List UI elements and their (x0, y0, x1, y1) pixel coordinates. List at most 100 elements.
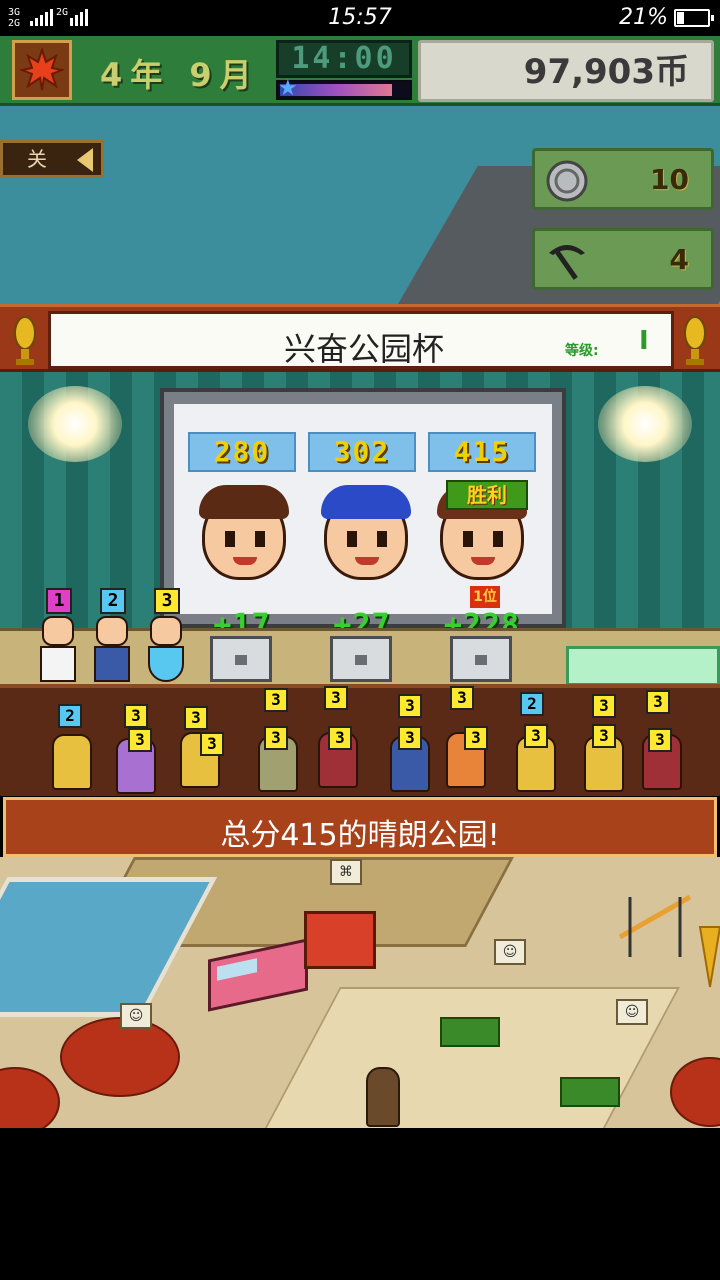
judge-face-2 (321, 485, 411, 580)
audience-badge: 3 (592, 694, 616, 718)
silver-coin-icon (543, 157, 591, 205)
audience-badge: 3 (398, 694, 422, 718)
playground-icon[interactable] (610, 877, 720, 997)
food-stall-icon[interactable] (304, 911, 376, 969)
cap (321, 485, 411, 519)
food-truck-icon[interactable] (208, 938, 308, 1012)
bottom-spacer (0, 1128, 720, 1280)
battery-fill (677, 12, 684, 24)
close-button[interactable]: 关 (0, 140, 104, 178)
close-label: 关 (27, 147, 47, 171)
scoreboard: 280 302 415 胜利 1位 +17 +27 +228 (160, 388, 566, 643)
flower-bed (560, 1077, 620, 1107)
audience-badge: 3 (592, 724, 616, 748)
sign-icon[interactable]: ⌘ (330, 859, 362, 885)
contestant-3[interactable] (144, 608, 188, 688)
victory-badge: 胜利 (446, 480, 528, 510)
rank-value: I (639, 326, 649, 356)
sign-icon[interactable]: ☺ (616, 999, 648, 1025)
eye (493, 531, 503, 547)
body (148, 646, 184, 682)
flower-bed (440, 1017, 500, 1047)
maple-leaf-icon[interactable] (12, 40, 72, 100)
audience-member (52, 734, 92, 790)
status-time: 15:57 (328, 5, 392, 30)
trash-bin-icon (366, 1067, 400, 1127)
game-clock: 14:00 (276, 40, 412, 78)
contestant-2[interactable] (90, 608, 134, 688)
mouth (355, 557, 379, 565)
contest-stage: 280 302 415 胜利 1位 +17 +27 +228 1 2 3 2 3… (0, 372, 720, 796)
score-3: 415 (428, 432, 536, 472)
treasure-chest-icon[interactable] (450, 636, 512, 682)
maple-tree-icon (60, 1017, 180, 1097)
date-display: 4年 9月 (100, 56, 260, 94)
maple-tree-icon (0, 1067, 60, 1128)
eye (225, 531, 235, 547)
medals-panel[interactable]: 10 (532, 148, 714, 210)
audience-badge: 3 (264, 688, 288, 712)
sign-icon[interactable]: ☺ (494, 939, 526, 965)
golden-trophy-icon (682, 315, 708, 367)
body (94, 646, 130, 682)
money-display: 97,903币 (418, 40, 714, 102)
banner-plate: 兴奋公园杯 等级: I (48, 311, 674, 369)
star-icon: ★ (278, 76, 298, 101)
contestant-1[interactable] (36, 608, 80, 688)
sign-icon[interactable]: ☺ (120, 1003, 152, 1029)
medals-value: 10 (650, 163, 689, 196)
score-1: 280 (188, 432, 296, 472)
game-hud: 4年 9月 14:00 ★ 97,903币 (0, 36, 720, 106)
mouth (471, 557, 495, 565)
eye (347, 531, 357, 547)
audience-badge: 3 (184, 706, 208, 730)
audience-badge: 3 (128, 728, 152, 752)
hair (199, 485, 289, 519)
battery-icon (674, 9, 714, 27)
audience-badge: 2 (58, 704, 82, 728)
pickaxe-value: 4 (669, 243, 689, 276)
audience-badge: 2 (520, 692, 544, 716)
head (150, 616, 182, 646)
audience-badge: 3 (648, 728, 672, 752)
audience-badge: 3 (646, 690, 670, 714)
score-2: 302 (308, 432, 416, 472)
eye (377, 531, 387, 547)
audience-badge: 3 (328, 726, 352, 750)
golden-trophy-icon (12, 315, 38, 367)
day-progress-bar: ★ (276, 76, 412, 101)
swimming-pool[interactable] (0, 877, 218, 1017)
head (96, 616, 128, 646)
result-message-bar[interactable]: 总分415的晴朗公园! (3, 797, 717, 857)
scoreboard-screen: 280 302 415 胜利 1位 +17 +27 +228 (174, 404, 552, 643)
eye (463, 531, 473, 547)
chandelier-icon (28, 386, 122, 462)
audience-badge: 3 (524, 724, 548, 748)
battery-percent: 21% (619, 5, 668, 30)
arrow-left-icon (77, 148, 93, 172)
judge-table (566, 646, 720, 686)
audience-badge: 3 (124, 704, 148, 728)
chandelier-icon (598, 386, 692, 462)
treasure-chest-icon[interactable] (330, 636, 392, 682)
audience-badge: 3 (450, 686, 474, 710)
pickaxe-panel[interactable]: 4 (532, 228, 714, 290)
audience: 2 3 3 3 3 3 3 2 3 3 3 3 3 3 3 3 3 3 3 (0, 686, 720, 796)
maple-tree-icon (670, 1057, 720, 1127)
body (40, 646, 76, 682)
treasure-chest-icon[interactable] (210, 636, 272, 682)
park-map[interactable]: ⌘ ☺ ☺ ☺ (0, 857, 720, 1128)
eye (255, 531, 265, 547)
audience-badge: 3 (324, 686, 348, 710)
contest-banner: 兴奋公园杯 等级: I (0, 304, 720, 372)
audience-badge: 3 (398, 726, 422, 750)
head (42, 616, 74, 646)
judge-face-1 (199, 485, 289, 580)
first-place-badge: 1位 (470, 586, 500, 608)
mouth (233, 557, 257, 565)
pickaxe-icon (543, 237, 591, 285)
audience-badge: 3 (464, 726, 488, 750)
audience-badge: 3 (200, 732, 224, 756)
result-message: 总分415的晴朗公园! (220, 818, 500, 853)
status-bar: 3G 2G 2G 15:57 21% (0, 0, 720, 36)
